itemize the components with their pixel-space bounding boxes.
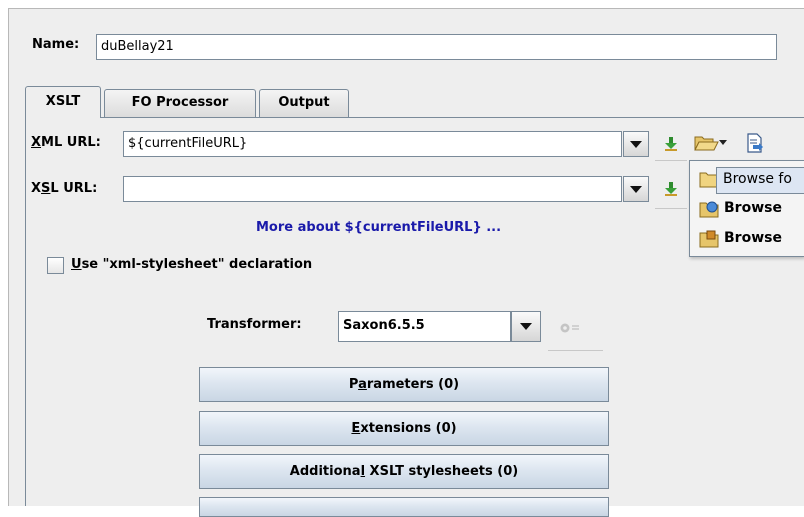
use-xml-stylesheet-checkbox[interactable] [47, 257, 64, 274]
tab-fo-processor[interactable]: FO Processor [104, 89, 256, 117]
extensions-button[interactable]: Extensions (0) [199, 411, 609, 446]
browse-for-local-file-item[interactable]: Browse fo [690, 164, 804, 194]
document-arrow-icon [747, 133, 763, 153]
xml-url-label: XML URL: [31, 135, 101, 150]
transformer-label: Transformer: [207, 317, 302, 332]
open-in-editor-button[interactable] [743, 131, 767, 155]
tab-xslt[interactable]: XSLT [25, 86, 101, 118]
xml-url-input[interactable]: ${currentFileURL} [123, 131, 622, 157]
partial-button[interactable] [199, 497, 609, 517]
xsl-url-dropdown-button[interactable] [623, 176, 649, 202]
folder-open-icon [694, 136, 719, 151]
transformer-dropdown-button[interactable] [511, 311, 541, 342]
browse-popup-menu: Browse fo Browse Browse [689, 160, 804, 257]
tab-output[interactable]: Output [259, 89, 349, 117]
chevron-down-icon [719, 140, 727, 145]
name-label: Name: [32, 37, 80, 52]
browse-for-archived-file-item[interactable]: Browse [690, 224, 804, 254]
chevron-down-icon [520, 323, 532, 330]
xml-browse-button[interactable] [690, 130, 730, 156]
transformer-select[interactable]: Saxon6.5.5 [338, 311, 511, 342]
chevron-down-icon [630, 185, 642, 193]
more-about-link[interactable]: More about ${currentFileURL} ... [256, 220, 501, 235]
parameters-button[interactable]: Parameters (0) [199, 367, 609, 402]
folder-globe-icon [699, 201, 719, 218]
xml-insert-variable-button[interactable] [660, 133, 682, 155]
green-arrow-down-icon [665, 137, 677, 151]
xml-url-dropdown-button[interactable] [623, 131, 649, 157]
xsl-url-input[interactable] [123, 176, 622, 202]
toolbar-separator [655, 208, 687, 209]
toolbar-separator [655, 160, 687, 161]
folder-archive-icon [699, 230, 719, 248]
browse-item-label: Browse fo [723, 171, 792, 187]
additional-xslt-stylesheets-button[interactable]: Additional XSLT stylesheets (0) [199, 454, 609, 489]
transformer-separator [548, 350, 603, 351]
name-input[interactable]: duBellay21 [96, 34, 777, 60]
chevron-down-icon [630, 140, 642, 148]
browse-item-label: Browse [724, 230, 782, 246]
xsl-url-label: XSL URL: [31, 181, 98, 196]
use-xml-stylesheet-label: Use "xml-stylesheet" declaration [71, 257, 313, 272]
gear-icon [560, 323, 579, 333]
browse-for-remote-file-item[interactable]: Browse [690, 194, 804, 224]
green-arrow-down-icon [665, 182, 677, 196]
xsl-insert-variable-button[interactable] [660, 178, 682, 200]
transformer-config-button[interactable] [558, 318, 582, 338]
browse-item-label: Browse [724, 200, 782, 216]
